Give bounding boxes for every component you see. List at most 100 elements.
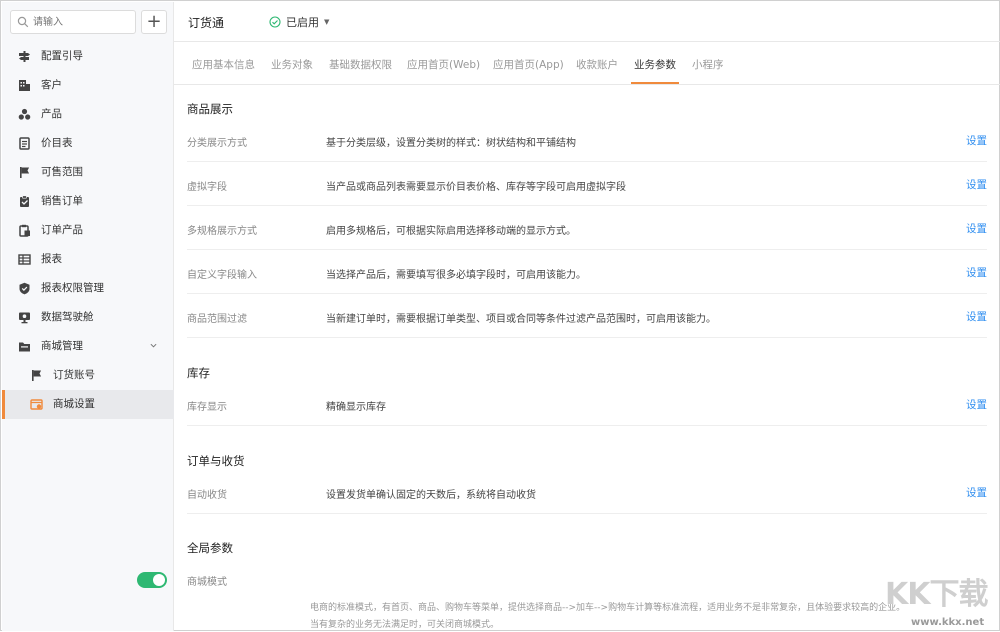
param-row: 自动收货 设置发货单确认固定的天数后，系统将自动收货 设置: [187, 470, 987, 514]
param-key: 虚拟字段: [187, 182, 227, 193]
flag-icon: [32, 370, 42, 381]
chevron-down-icon[interactable]: [150, 342, 157, 349]
param-key: 自定义字段输入: [187, 270, 257, 281]
tab-business-objects[interactable]: 业务对象: [271, 57, 313, 72]
sidebar-item-label: 商城管理: [41, 340, 83, 352]
sidebar-item-label: 配置引导: [41, 50, 83, 62]
clipboard-check-icon: [20, 195, 29, 207]
sidebar-item-label: 商城设置: [53, 398, 95, 410]
sidebar-item-label: 产品: [41, 108, 62, 120]
check-circle-icon: [269, 16, 281, 28]
watermark-logo: KK下载: [885, 577, 988, 612]
sidebar-item-label: 数据驾驶舱: [41, 311, 94, 323]
signpost-icon: [19, 51, 30, 62]
param-row: 自定义字段输入 当选择产品后，需要填写很多必填字段时，可启用该能力。 设置: [187, 250, 987, 294]
table-icon: [18, 254, 31, 265]
order-product-icon: [19, 224, 30, 237]
shield-icon: [19, 282, 30, 295]
caret-down-icon: ▼: [324, 18, 330, 26]
settings-link[interactable]: 设置: [966, 485, 987, 500]
sidebar: + 配置引导 客户 产品 价目表 可售范围 销售订单 订单产品: [2, 2, 174, 631]
sidebar-item-customer[interactable]: 客户: [2, 71, 174, 100]
sidebar-item-label: 可售范围: [41, 166, 83, 178]
section-title-inventory: 库存: [187, 366, 210, 380]
param-desc: 精确显示库存: [326, 402, 386, 413]
sidebar-item-label: 订货账号: [53, 369, 95, 381]
param-desc: 当新建订单时，需要根据订单类型、项目或合同等条件过滤产品范围时，可启用该能力。: [326, 314, 716, 325]
status-label: 已启用: [286, 16, 319, 29]
settings-link[interactable]: 设置: [966, 265, 987, 280]
sidebar-item-label: 报表: [41, 253, 62, 265]
sidebar-item-sales-order[interactable]: 销售订单: [2, 187, 174, 216]
sidebar-item-report-permission[interactable]: 报表权限管理: [2, 274, 174, 303]
sidebar-item-price-list[interactable]: 价目表: [2, 129, 174, 158]
settings-link[interactable]: 设置: [966, 221, 987, 236]
sidebar-item-product[interactable]: 产品: [2, 100, 174, 129]
search-box[interactable]: [10, 10, 136, 34]
sidebar-item-label: 销售订单: [41, 195, 83, 207]
param-row: 库存显示 精确显示库存 设置: [187, 382, 987, 426]
sidebar-item-sale-range[interactable]: 可售范围: [2, 158, 174, 187]
tab-home-web[interactable]: 应用首页(Web): [407, 57, 480, 72]
sidebar-item-label: 报表权限管理: [41, 282, 104, 294]
tab-home-app[interactable]: 应用首页(App): [493, 57, 564, 72]
settings-link[interactable]: 设置: [966, 133, 987, 148]
status-dropdown[interactable]: 已启用 ▼: [269, 14, 329, 30]
section-title-order: 订单与收货: [187, 454, 245, 468]
param-key: 商品范围过滤: [187, 314, 247, 325]
mall-mode-label: 商城模式: [187, 577, 227, 588]
app-title: 订货通: [188, 16, 225, 30]
param-desc: 设置发货单确认固定的天数后，系统将自动收货: [326, 490, 536, 501]
param-row: 多规格展示方式 启用多规格后，可根据实际启用选择移动端的显示方式。 设置: [187, 206, 987, 250]
tab-base-data-permission[interactable]: 基础数据权限: [329, 57, 392, 72]
param-key: 自动收货: [187, 490, 227, 501]
search-input[interactable]: [33, 14, 129, 30]
tab-payment-account[interactable]: 收款账户: [576, 57, 618, 72]
add-button[interactable]: +: [141, 10, 167, 34]
param-key: 多规格展示方式: [187, 226, 257, 237]
param-desc: 启用多规格后，可根据实际启用选择移动端的显示方式。: [326, 226, 576, 237]
sidebar-item-data-cockpit[interactable]: 数据驾驶舱: [2, 303, 174, 332]
tab-bar: 应用基本信息 业务对象 基础数据权限 应用首页(Web) 应用首页(App) 收…: [174, 43, 1000, 85]
sidebar-item-config-guide[interactable]: 配置引导: [2, 42, 174, 71]
sidebar-item-label: 订单产品: [41, 224, 83, 236]
param-key: 库存显示: [187, 402, 227, 413]
param-row: 商品范围过滤 当新建订单时，需要根据订单类型、项目或合同等条件过滤产品范围时，可…: [187, 294, 987, 338]
sidebar-item-order-account[interactable]: 订货账号: [2, 361, 174, 390]
section-title-global: 全局参数: [187, 541, 233, 555]
store-settings-icon: [30, 399, 43, 410]
tab-app-basic-info[interactable]: 应用基本信息: [192, 57, 255, 72]
mall-mode-desc: 电商的标准模式，有首页、商品、购物车等菜单，提供选择商品-->加车-->购物车计…: [310, 603, 906, 613]
building-icon: [19, 80, 30, 91]
tab-mini-program[interactable]: 小程序: [692, 57, 724, 72]
cubes-icon: [18, 108, 31, 120]
param-row: 分类展示方式 基于分类层级，设置分类树的样式：树状结构和平铺结构 设置: [187, 118, 987, 162]
app-window: { "search": {"placeholder": "请输入", "add_…: [0, 0, 1000, 631]
tab-business-params[interactable]: 业务参数: [634, 57, 676, 72]
sidebar-item-order-product[interactable]: 订单产品: [2, 216, 174, 245]
sidebar-item-mall-settings[interactable]: 商城设置: [2, 390, 174, 419]
sidebar-item-mall-management[interactable]: 商城管理: [2, 332, 174, 361]
search-icon: [17, 16, 29, 28]
watermark-url: www.kkx.net: [911, 617, 985, 628]
settings-link[interactable]: 设置: [966, 177, 987, 192]
settings-link[interactable]: 设置: [966, 309, 987, 324]
toggle-knob: [153, 574, 165, 586]
param-desc: 当选择产品后，需要填写很多必填字段时，可启用该能力。: [326, 270, 586, 281]
business-params-panel: 商品展示 分类展示方式 基于分类层级，设置分类树的样式：树状结构和平铺结构 设置…: [174, 86, 1000, 632]
sidebar-item-label: 价目表: [41, 137, 73, 149]
search-row: +: [10, 10, 167, 34]
list-icon: [19, 137, 30, 150]
settings-link[interactable]: 设置: [966, 397, 987, 412]
param-desc: 基于分类层级，设置分类树的样式：树状结构和平铺结构: [326, 138, 576, 149]
watermark: KK下载 www.kkx.net: [881, 569, 999, 631]
mall-mode-toggle[interactable]: [137, 572, 167, 588]
app-header: 订货通 已启用 ▼: [174, 2, 1000, 42]
monitor-icon: [19, 312, 30, 324]
sidebar-nav: 配置引导 客户 产品 价目表 可售范围 销售订单 订单产品 报表 报表权限管理 …: [2, 42, 174, 419]
flag-icon: [20, 167, 30, 178]
param-desc: 当产品或商品列表需要显示价目表价格、库存等字段可启用虚拟字段: [326, 182, 626, 193]
active-tab-indicator: [631, 82, 679, 84]
param-row: 虚拟字段 当产品或商品列表需要显示价目表价格、库存等字段可启用虚拟字段 设置: [187, 162, 987, 206]
sidebar-item-report[interactable]: 报表: [2, 245, 174, 274]
